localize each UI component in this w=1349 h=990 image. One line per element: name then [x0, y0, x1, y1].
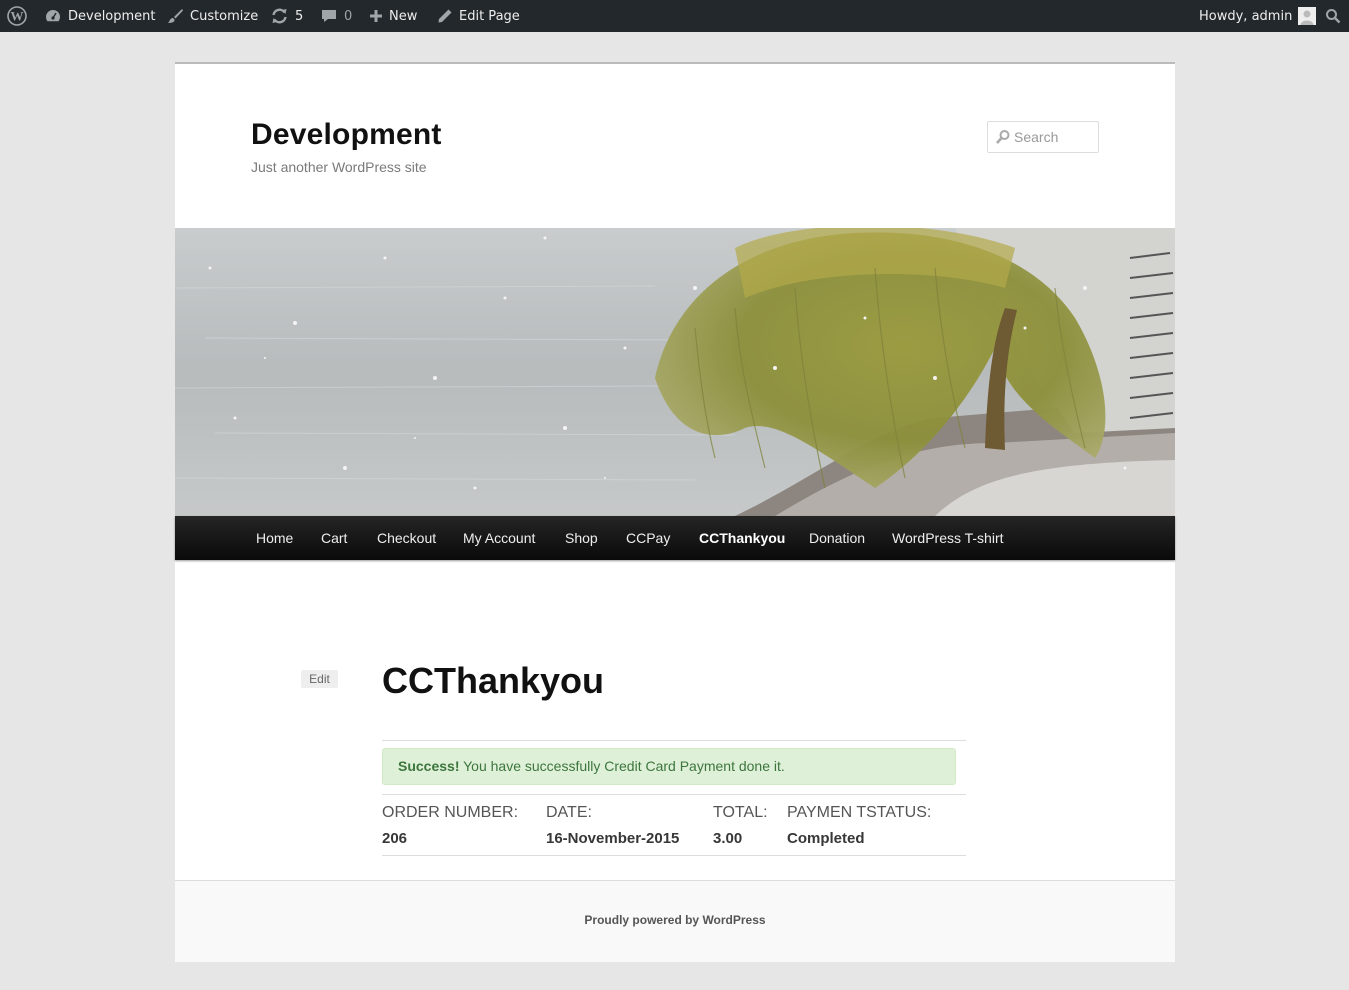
search-input[interactable]: [1014, 127, 1096, 147]
site-name-menu[interactable]: Development: [44, 0, 156, 32]
customize-link[interactable]: Customize: [166, 0, 258, 32]
site-description: Just another WordPress site: [251, 159, 427, 175]
avatar-icon: [1298, 7, 1317, 25]
edit-page-label: Edit Page: [459, 8, 520, 24]
order-date-value: 16-November-2015: [546, 830, 680, 847]
divider: [382, 794, 966, 795]
howdy-label: Howdy, admin: [1199, 8, 1293, 24]
new-label: New: [389, 8, 418, 24]
admin-bar: W Development Customize 5 0 New Edit Pag…: [0, 0, 1349, 32]
nav-item-ccthankyou[interactable]: CCThankyou: [699, 516, 785, 560]
order-date-label: DATE:: [546, 804, 592, 821]
order-number-label: ORDER NUMBER:: [382, 804, 519, 821]
page-title: CCThankyou: [382, 660, 605, 701]
dashboard-icon: [44, 7, 62, 25]
header-image: [175, 228, 1175, 516]
nav-item-cart[interactable]: Cart: [321, 516, 347, 560]
order-number-value: 206: [382, 830, 408, 847]
edit-page-link[interactable]: Edit Page: [437, 0, 520, 32]
my-account-menu[interactable]: Howdy, admin: [1199, 0, 1317, 32]
site-title[interactable]: Development: [251, 118, 442, 152]
nav-item-ccpay[interactable]: CCPay: [626, 516, 670, 560]
nav-item-shop[interactable]: Shop: [565, 516, 598, 560]
order-total-value: 3.00: [713, 830, 743, 847]
page-container: Development Just another WordPress site: [175, 62, 1175, 962]
updates-link[interactable]: 5: [270, 0, 303, 32]
search-form[interactable]: [987, 121, 1099, 153]
wordpress-icon: W: [7, 6, 27, 26]
edit-post-button[interactable]: Edit: [301, 670, 338, 688]
main-navigation: Home Cart Checkout My Account Shop CCPay…: [175, 516, 1175, 560]
nav-item-home[interactable]: Home: [256, 516, 293, 560]
nav-item-wordpress-tshirt[interactable]: WordPress T-shirt: [892, 516, 1004, 560]
pencil-icon: [437, 8, 453, 24]
comment-icon: [320, 7, 338, 25]
payment-status-value: Completed: [787, 830, 865, 847]
admin-search-button[interactable]: [1325, 0, 1341, 32]
customize-label: Customize: [190, 8, 259, 24]
new-content-menu[interactable]: New: [369, 0, 417, 32]
nav-item-checkout[interactable]: Checkout: [377, 516, 436, 560]
alert-message: You have successfully Credit Card Paymen…: [463, 758, 785, 774]
search-icon: [1325, 8, 1341, 24]
updates-count: 5: [295, 8, 304, 24]
search-icon: [995, 129, 1011, 150]
order-total-label: TOTAL:: [713, 804, 768, 821]
plus-icon: [369, 9, 383, 23]
nav-item-my-account[interactable]: My Account: [463, 516, 535, 560]
comments-count: 0: [344, 8, 353, 24]
brush-icon: [166, 7, 184, 25]
svg-text:W: W: [11, 9, 24, 24]
alert-strong: Success!: [398, 758, 460, 774]
success-alert: Success! You have successfully Credit Ca…: [382, 748, 956, 785]
site-name-label: Development: [68, 8, 156, 24]
comments-link[interactable]: 0: [320, 0, 352, 32]
divider: [382, 740, 966, 741]
payment-status-label: PAYMEN TSTATUS:: [787, 804, 932, 821]
refresh-icon: [270, 7, 289, 25]
nav-item-donation[interactable]: Donation: [809, 516, 865, 560]
divider: [382, 855, 966, 856]
footer-credit-link[interactable]: Proudly powered by WordPress: [175, 913, 1175, 927]
site-footer: Proudly powered by WordPress: [175, 880, 1175, 962]
wordpress-logo-button[interactable]: W: [7, 0, 27, 32]
